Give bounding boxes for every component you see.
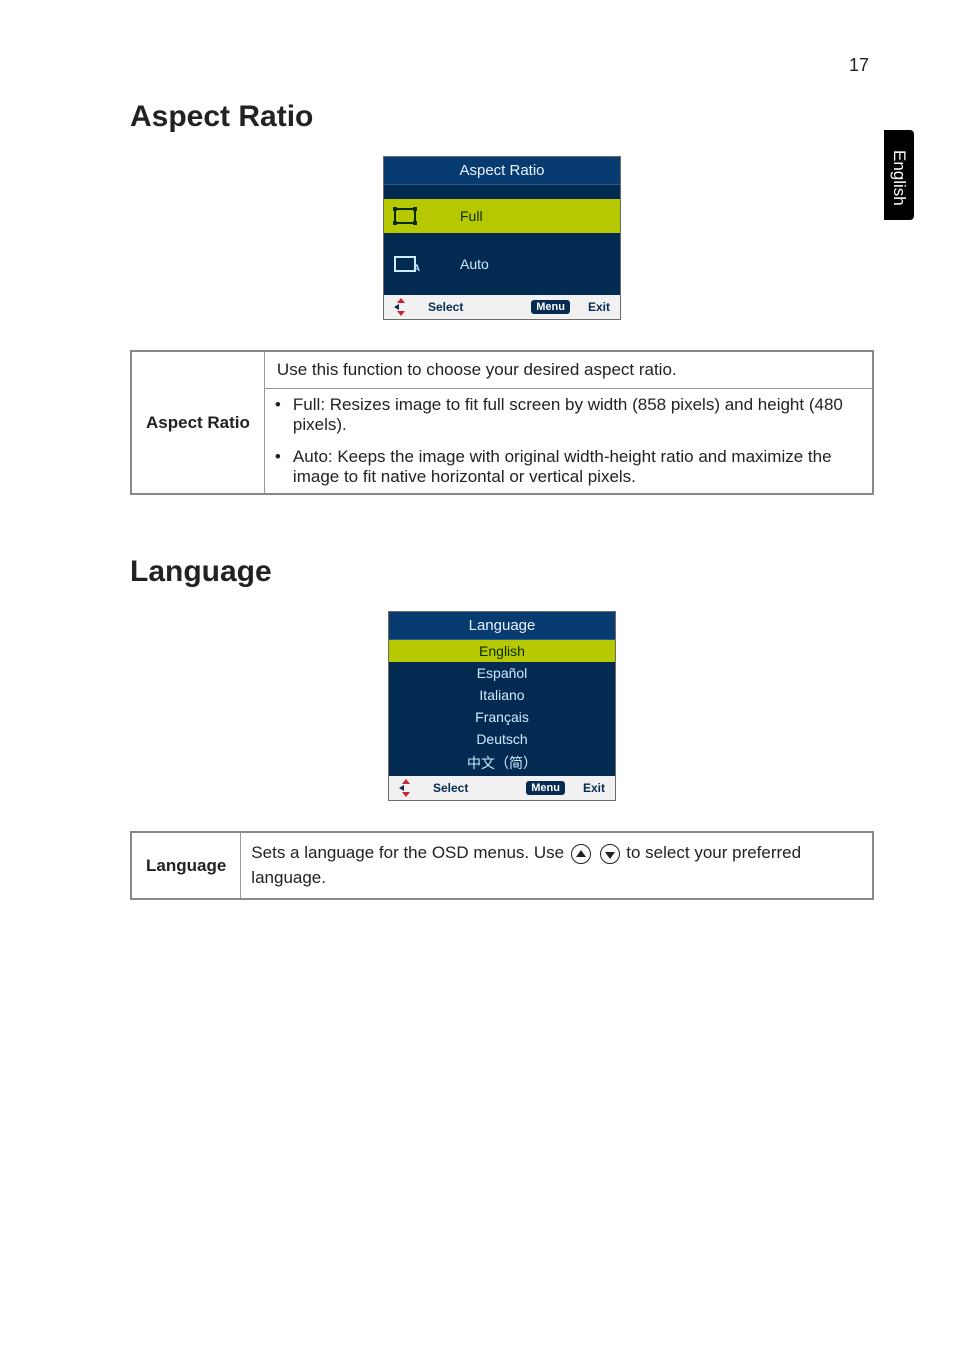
osd-spacer: [384, 233, 620, 247]
nav-arrows-icon: [399, 780, 415, 796]
row-content: Use this function to choose your desired…: [264, 351, 873, 494]
lang-item-chinese[interactable]: 中文（简）: [389, 750, 615, 776]
language-list: English Español Italiano Français Deutsc…: [389, 640, 615, 776]
page-number: 17: [849, 55, 869, 76]
full-aspect-icon: [394, 208, 416, 224]
row-label: Aspect Ratio: [131, 351, 264, 494]
lang-item-english[interactable]: English: [389, 640, 615, 662]
osd-footer: Select Menu Exit: [389, 776, 615, 800]
menu-pill: Menu: [526, 781, 565, 795]
up-button-icon: [571, 844, 591, 864]
bullet-icon: •: [275, 447, 293, 487]
down-button-icon: [600, 844, 620, 864]
bullet-icon: •: [275, 395, 293, 435]
bullet-full: • Full: Resizes image to fit full screen…: [265, 389, 872, 441]
lang-item-italiano[interactable]: Italiano: [389, 684, 615, 706]
auto-aspect-icon: [394, 256, 416, 272]
bullet-text: Full: Resizes image to fit full screen b…: [293, 395, 856, 435]
nav-arrows-icon: [394, 299, 410, 315]
select-label: Select: [428, 300, 463, 314]
intro-text: Use this function to choose your desired…: [265, 352, 872, 389]
aspect-option-auto[interactable]: Auto: [384, 247, 620, 281]
aspect-ratio-table: Aspect Ratio Use this function to choose…: [130, 350, 874, 495]
osd-footer: Select Menu Exit: [384, 295, 620, 319]
exit-label: Exit: [583, 781, 605, 795]
aspect-ratio-heading: Aspect Ratio: [130, 100, 874, 134]
exit-label: Exit: [588, 300, 610, 314]
osd-spacer: [384, 185, 620, 199]
language-osd-panel: Language English Español Italiano França…: [388, 611, 616, 801]
option-label: Full: [442, 208, 610, 224]
bullet-auto: • Auto: Keeps the image with original wi…: [265, 441, 872, 493]
language-table: Language Sets a language for the OSD men…: [130, 831, 874, 900]
bullet-text: Auto: Keeps the image with original widt…: [293, 447, 856, 487]
osd-title: Language: [389, 612, 615, 640]
osd-title: Aspect Ratio: [384, 157, 620, 185]
row-content: Sets a language for the OSD menus. Use t…: [241, 832, 873, 899]
document-page: 17 English Aspect Ratio Aspect Ratio Ful…: [0, 0, 954, 960]
desc-pre: Sets a language for the OSD menus. Use: [251, 843, 569, 862]
lang-item-francais[interactable]: Français: [389, 706, 615, 728]
select-label: Select: [433, 781, 468, 795]
aspect-option-full[interactable]: Full: [384, 199, 620, 233]
aspect-ratio-osd-panel: Aspect Ratio Full Auto Select Menu Exit: [383, 156, 621, 320]
row-label: Language: [131, 832, 241, 899]
option-label: Auto: [442, 256, 610, 272]
osd-spacer: [384, 281, 620, 295]
lang-item-espanol[interactable]: Español: [389, 662, 615, 684]
lang-item-deutsch[interactable]: Deutsch: [389, 728, 615, 750]
menu-pill: Menu: [531, 300, 570, 314]
language-heading: Language: [130, 555, 874, 589]
language-side-tab: English: [884, 130, 914, 220]
